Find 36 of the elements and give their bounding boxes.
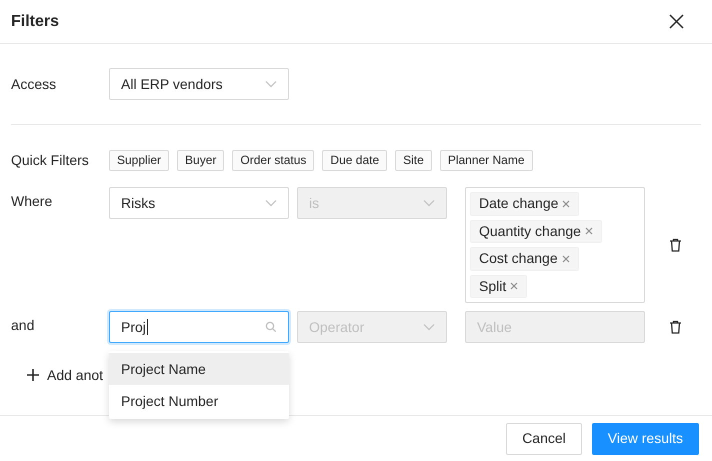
chevron-down-icon [265,80,277,88]
quick-filter-chip[interactable]: Planner Name [440,150,533,170]
value-tag: Split [470,274,528,298]
connector-label: and [11,316,36,335]
connector-label: Where [11,192,54,211]
search-icon [265,321,277,333]
value-multiselect[interactable]: Date change Quantity change Cost change Split [465,187,645,303]
field-select[interactable]: Risks [109,187,289,219]
access-select[interactable]: All ERP vendors [109,68,289,100]
field-label: Access [11,74,58,94]
trash-icon[interactable] [669,320,682,334]
remove-icon[interactable] [584,227,593,236]
quick-filter-chip[interactable]: Order status [232,150,314,170]
remove-icon[interactable] [510,282,518,290]
field-label: Quick Filters [11,150,90,170]
cancel-button[interactable]: Cancel [506,422,582,454]
quick-filter-chip[interactable]: Site [395,150,432,170]
chevron-down-icon [265,199,277,207]
value-tag: Date change [470,192,580,216]
quick-filter-chip[interactable]: Buyer [177,150,224,170]
quick-filter-chip[interactable]: Supplier [109,150,170,170]
quick-filter-chip[interactable]: Due date [322,150,388,170]
value-tag: Cost change [470,247,579,270]
add-condition-button[interactable]: Add anot [27,365,104,385]
remove-icon[interactable] [562,254,570,263]
plus-icon [27,369,39,381]
dialog-title: Filters [11,12,60,32]
value-tag: Quantity change [470,220,602,243]
suggestion-item[interactable]: Project Name [109,353,289,385]
close-button[interactable] [668,14,684,30]
trash-icon[interactable] [669,238,682,252]
chevron-down-icon [423,323,435,331]
suggestion-item[interactable]: Project Number [109,385,289,417]
chevron-down-icon [423,199,435,207]
field-search-input[interactable]: Proj [109,311,289,343]
remove-icon[interactable] [562,200,570,208]
